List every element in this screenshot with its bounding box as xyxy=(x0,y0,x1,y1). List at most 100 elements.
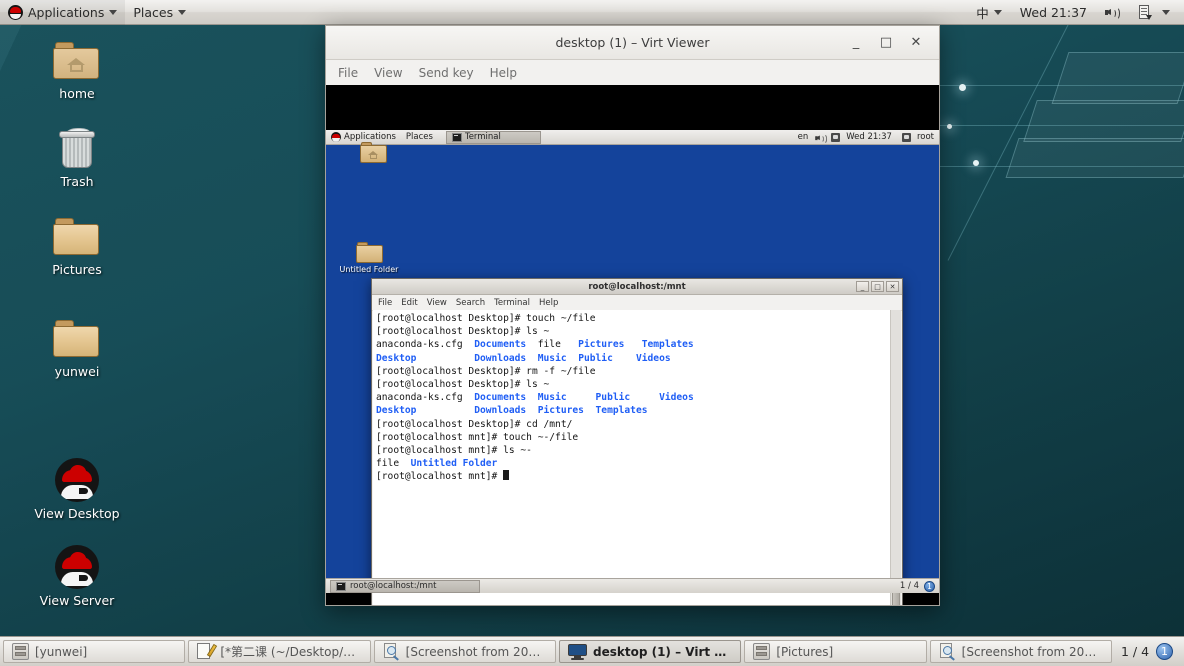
menu-file[interactable]: File xyxy=(338,66,358,80)
terminal-line: Desktop Downloads Pictures Templates xyxy=(376,405,648,417)
places-menu-label: Places xyxy=(133,4,174,20)
close-button[interactable]: ✕ xyxy=(909,35,923,50)
desktop-icon-label: View Server xyxy=(39,593,115,608)
input-method-indicator[interactable]: 中 xyxy=(968,0,1010,25)
terminal-title: root@localhost:/mnt xyxy=(588,281,686,292)
menu-help[interactable]: Help xyxy=(490,66,517,80)
places-menu[interactable]: Places xyxy=(125,0,194,25)
terminal-close-button[interactable]: ✕ xyxy=(886,281,899,292)
vm-places-menu[interactable]: Places xyxy=(401,130,438,145)
desktop-icon-label: Trash xyxy=(60,174,94,189)
terminal-scrollbar[interactable] xyxy=(890,310,901,605)
wallpaper-decoration xyxy=(959,84,966,91)
speaker-icon xyxy=(1105,6,1120,20)
desktop-icon-view-server[interactable]: View Server xyxy=(22,545,132,608)
terminal-menu-file[interactable]: File xyxy=(378,298,392,308)
vm-workspace-badge[interactable]: 1 xyxy=(924,580,935,592)
wallpaper-decoration xyxy=(1023,100,1184,142)
vm-places-label: Places xyxy=(405,132,433,142)
terminal-output[interactable]: [root@localhost Desktop]# touch ~/file [r… xyxy=(373,310,891,605)
terminal-menubar: File Edit View Search Terminal Help xyxy=(372,295,902,311)
terminal-menu-help[interactable]: Help xyxy=(539,298,558,308)
vm-desktop[interactable]: Applications Places Terminal en Wed 21:3… xyxy=(326,130,939,605)
terminal-icon xyxy=(451,132,462,142)
virt-viewer-window[interactable]: desktop (1) – Virt Viewer _ □ ✕ File Vie… xyxy=(325,25,940,606)
terminal-line: [root@localhost Desktop]# ls ~ xyxy=(376,326,550,338)
terminal-titlebar[interactable]: root@localhost:/mnt _ □ ✕ xyxy=(372,279,902,295)
vm-user-label[interactable]: root xyxy=(917,132,934,142)
minimize-button[interactable]: _ xyxy=(849,35,863,50)
folder-icon xyxy=(53,320,101,360)
home-folder-icon xyxy=(53,42,101,82)
desktop-icon-home[interactable]: home xyxy=(22,42,132,101)
terminal-maximize-button[interactable]: □ xyxy=(871,281,884,292)
terminal-line: anaconda-ks.cfg Documents file Pictures … xyxy=(376,339,694,351)
terminal-line: file Untitled Folder xyxy=(376,458,498,470)
wallpaper-decoration xyxy=(947,124,952,129)
terminal-line: [root@localhost mnt]# touch ~-/file xyxy=(376,431,579,443)
desktop-icon-view-desktop[interactable]: View Desktop xyxy=(22,458,132,521)
terminal-line: [root@localhost Desktop]# touch ~/file xyxy=(376,313,596,324)
chevron-down-icon xyxy=(109,9,118,15)
vm-window-list-item-terminal[interactable]: Terminal xyxy=(445,130,541,144)
menu-send-key[interactable]: Send key xyxy=(419,66,474,80)
taskbar-item-label: [Screenshot from 2017-... xyxy=(961,644,1103,659)
vm-taskitem-label: Terminal xyxy=(464,132,501,142)
wallpaper-decoration xyxy=(1005,138,1184,178)
redhat-icon xyxy=(55,545,99,589)
terminal-menu-terminal[interactable]: Terminal xyxy=(494,298,530,308)
terminal-menu-view[interactable]: View xyxy=(427,298,447,308)
volume-button[interactable] xyxy=(1097,0,1128,25)
terminal-line: [root@localhost Desktop]# ls ~ xyxy=(376,379,550,391)
virt-viewer-titlebar[interactable]: desktop (1) – Virt Viewer _ □ ✕ xyxy=(326,26,939,60)
terminal-minimize-button[interactable]: _ xyxy=(856,281,869,292)
terminal-window[interactable]: root@localhost:/mnt _ □ ✕ File Edit View… xyxy=(371,278,903,605)
taskbar-item-screenshot-1[interactable]: [Screenshot from 2017-... xyxy=(373,640,556,663)
clock[interactable]: Wed 21:37 xyxy=(1012,0,1095,25)
taskbar-item-label: desktop (1) – Virt Viewer xyxy=(592,644,732,659)
folder-icon xyxy=(356,242,384,265)
network-icon[interactable] xyxy=(831,132,841,142)
taskbar-item-label: [Pictures] xyxy=(776,644,834,659)
taskbar-status-area: 1 / 4 1 xyxy=(1115,643,1181,660)
vm-display[interactable]: Applications Places Terminal en Wed 21:3… xyxy=(326,85,939,605)
vm-taskbar-item-label: root@localhost:/mnt xyxy=(350,581,437,591)
folder-icon xyxy=(53,218,101,258)
taskbar-item-virt-viewer[interactable]: desktop (1) – Virt Viewer xyxy=(558,640,742,663)
desktop-icon-trash[interactable]: Trash xyxy=(22,128,132,189)
workspace-badge[interactable]: 1 xyxy=(1156,643,1174,660)
taskbar-item-label: [Screenshot from 2017-... xyxy=(405,644,547,659)
menu-view[interactable]: View xyxy=(374,66,402,80)
trash-icon xyxy=(57,128,97,170)
desktop-icon-label: Pictures xyxy=(52,262,102,277)
vm-clock[interactable]: Wed 21:37 xyxy=(846,132,892,142)
wallpaper-decoration xyxy=(940,166,1184,167)
applications-menu[interactable]: Applications xyxy=(0,0,126,25)
vm-applications-label: Applications xyxy=(344,132,396,142)
panel-status-area: 中 Wed 21:37 xyxy=(968,0,1184,25)
file-drawer-icon xyxy=(753,643,771,660)
desktop-icon-label: View Desktop xyxy=(34,506,120,521)
user-menu-button[interactable] xyxy=(1130,0,1178,25)
virt-viewer-menubar: File View Send key Help xyxy=(326,60,939,86)
vm-taskbar-item-terminal[interactable]: root@localhost:/mnt xyxy=(330,579,480,593)
vm-desktop-icon-untitled-folder[interactable]: Untitled Folder xyxy=(326,242,414,274)
taskbar-item-editor[interactable]: [*第二课 (~/Desktop/yun... xyxy=(188,640,371,663)
vm-panel-status-area: en Wed 21:37 root xyxy=(798,132,939,145)
vm-desktop-icon-home[interactable] xyxy=(344,142,404,165)
taskbar-item-pictures[interactable]: [Pictures] xyxy=(744,640,927,663)
terminal-menu-search[interactable]: Search xyxy=(456,298,485,308)
image-viewer-icon xyxy=(939,643,956,661)
terminal-line: [root@localhost Desktop]# cd /mnt/ xyxy=(376,418,573,430)
maximize-button[interactable]: □ xyxy=(879,35,893,50)
terminal-line: [root@localhost mnt]# xyxy=(376,470,891,483)
taskbar-item-screenshot-2[interactable]: [Screenshot from 2017-... xyxy=(929,640,1112,663)
desktop-icon-pictures[interactable]: Pictures xyxy=(22,218,132,277)
image-viewer-icon xyxy=(383,643,400,661)
terminal-menu-edit[interactable]: Edit xyxy=(401,298,417,308)
redhat-logo-icon xyxy=(8,4,23,20)
speaker-icon[interactable] xyxy=(815,133,828,145)
desktop-icon-yunwei[interactable]: yunwei xyxy=(22,320,132,379)
vm-keyboard-layout[interactable]: en xyxy=(798,132,809,142)
taskbar-item-yunwei[interactable]: [yunwei] xyxy=(3,640,186,663)
